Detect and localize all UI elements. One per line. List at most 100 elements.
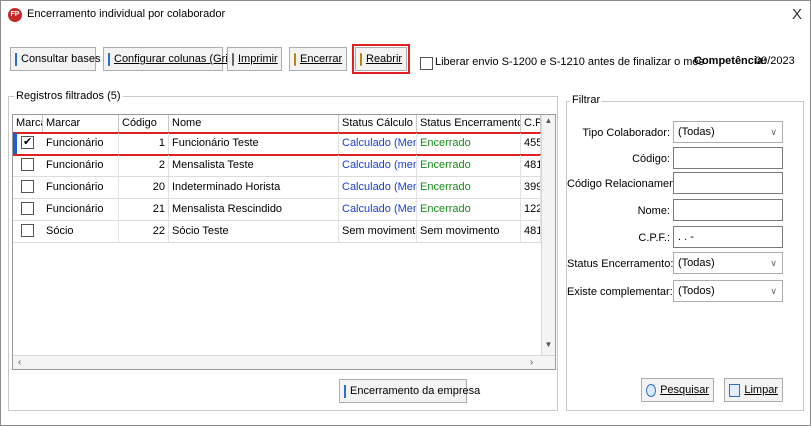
liberar-envio-checkbox[interactable]	[420, 57, 433, 70]
imprimir-button[interactable]: Imprimir	[227, 47, 282, 71]
col-header-cpf[interactable]: C.P.	[521, 115, 541, 132]
grid-icon	[108, 52, 110, 66]
cell-codigo: 1	[119, 133, 169, 154]
existe-complementar-value: (Todos)	[678, 285, 715, 297]
cell-status-calculo: Sem movimento	[339, 221, 417, 242]
col-header-nome[interactable]: Nome	[169, 115, 339, 132]
table-row[interactable]: Sócio 22 Sócio Teste Sem movimento Sem m…	[13, 221, 543, 243]
cell-codigo: 2	[119, 155, 169, 176]
document-icon	[15, 52, 17, 66]
encerramento-empresa-button[interactable]: Encerramento da empresa	[339, 379, 480, 403]
unlock-icon	[360, 52, 362, 66]
cell-marcar: Funcionário	[43, 199, 119, 220]
cell-codigo: 21	[119, 199, 169, 220]
cell-nome: Funcionário Teste	[169, 133, 339, 154]
encerrar-button[interactable]: Encerrar	[289, 47, 347, 71]
cell-cpf: 399.	[521, 177, 541, 198]
encerramento-empresa-label: Encerramento da empresa	[350, 385, 481, 397]
col-header-status-calculo[interactable]: Status Cálculo	[339, 115, 417, 132]
app-logo-icon: FP	[8, 8, 22, 22]
col-header-status-encerramento[interactable]: Status Encerramento	[417, 115, 521, 132]
status-encerramento-label: Status Encerramento:	[567, 258, 674, 270]
consultar-bases-button[interactable]: Consultar bases	[10, 47, 101, 71]
row-checkbox[interactable]	[21, 158, 34, 171]
existe-complementar-label: Existe complementar:	[567, 286, 673, 298]
cpf-label: C.P.F.:	[638, 232, 670, 244]
table-row[interactable]: Funcionário 2 Mensalista Teste Calculado…	[13, 155, 543, 177]
tipo-colaborador-value: (Todas)	[678, 126, 715, 138]
cell-marcar: Sócio	[43, 221, 119, 242]
configurar-colunas-button[interactable]: Configurar colunas (Grid)	[103, 47, 238, 71]
limpar-button[interactable]: Limpar	[724, 378, 783, 402]
cpf-input[interactable]: . . -	[673, 226, 783, 248]
reabrir-button[interactable]: Reabrir	[352, 44, 410, 74]
consultar-bases-label: Consultar bases	[21, 53, 101, 65]
registros-grid: Marcar Marcar Código Nome Status Cálculo…	[12, 114, 556, 370]
cell-cpf: 455.	[521, 133, 541, 154]
pesquisar-label: Pesquisar	[660, 384, 709, 396]
codigo-label: Código:	[632, 153, 670, 165]
lock-icon	[294, 52, 296, 66]
window-title: Encerramento individual por colaborador	[27, 8, 226, 20]
document-icon	[344, 384, 346, 398]
codigo-input[interactable]	[673, 147, 783, 169]
vertical-scrollbar[interactable]: ▲ ▼	[541, 115, 555, 355]
nome-input[interactable]	[673, 199, 783, 221]
cell-marcar: Funcionário	[43, 155, 119, 176]
existe-complementar-select[interactable]: (Todos) ∨	[673, 280, 783, 302]
col-header-codigo[interactable]: Código	[119, 115, 169, 132]
competencia-value: 09/2023	[755, 55, 795, 67]
cell-status-calculo: Calculado (Mensal	[339, 199, 417, 220]
row-checkbox[interactable]	[21, 202, 34, 215]
pesquisar-button[interactable]: Pesquisar	[641, 378, 714, 402]
chevron-down-icon: ∨	[770, 258, 777, 268]
col-header-marcar[interactable]: Marcar	[43, 115, 119, 132]
col-header-marcar-check[interactable]: Marcar	[13, 115, 43, 132]
codigo-relacionamento-label: Código Relacionamento:	[567, 178, 688, 190]
cell-status-calculo: Calculado (mensal)	[339, 155, 417, 176]
status-encerramento-select[interactable]: (Todas) ∨	[673, 252, 783, 274]
scroll-left-icon[interactable]: ‹	[13, 356, 26, 369]
cell-status-encerramento: Sem movimento	[417, 221, 521, 242]
filtrar-title: Filtrar	[570, 94, 603, 106]
encerrar-label: Encerrar	[300, 53, 343, 65]
chevron-down-icon: ∨	[770, 286, 777, 296]
liberar-envio-label: Liberar envio S-1200 e S-1210 antes de f…	[435, 56, 705, 68]
table-row[interactable]: Funcionário 21 Mensalista Rescindido Cal…	[13, 199, 543, 221]
close-button[interactable]: X	[792, 6, 802, 23]
cell-status-encerramento: Encerrado	[417, 133, 521, 154]
scroll-right-icon[interactable]: ›	[525, 356, 538, 369]
cell-cpf: 481.	[521, 221, 541, 242]
cell-status-encerramento: Encerrado	[417, 155, 521, 176]
cell-nome: Sócio Teste	[169, 221, 339, 242]
cell-status-calculo: Calculado (Mensal	[339, 133, 417, 154]
tipo-colaborador-label: Tipo Colaborador:	[582, 127, 670, 139]
cell-nome: Indeterminado Horista	[169, 177, 339, 198]
horizontal-scrollbar[interactable]: ‹ ›	[13, 355, 555, 369]
table-row[interactable]: Funcionário 20 Indeterminado Horista Cal…	[13, 177, 543, 199]
search-icon	[646, 383, 657, 397]
row-selection-marker	[13, 133, 17, 154]
imprimir-label: Imprimir	[238, 53, 278, 65]
limpar-label: Limpar	[744, 384, 778, 396]
cell-cpf: 122.	[521, 199, 541, 220]
cell-marcar: Funcionário	[43, 133, 119, 154]
configurar-colunas-label: Configurar colunas (Grid)	[114, 53, 238, 65]
title-bar: FP Encerramento individual por colaborad…	[1, 1, 810, 29]
grid-header: Marcar Marcar Código Nome Status Cálculo…	[13, 115, 555, 133]
row-checkbox[interactable]	[21, 180, 34, 193]
scroll-up-icon[interactable]: ▲	[542, 115, 555, 127]
tipo-colaborador-select[interactable]: (Todas) ∨	[673, 121, 783, 143]
cell-status-encerramento: Encerrado	[417, 177, 521, 198]
status-encerramento-value: (Todas)	[678, 257, 715, 269]
clear-icon	[729, 383, 741, 397]
cell-status-calculo: Calculado (Mensal	[339, 177, 417, 198]
cell-status-encerramento: Encerrado	[417, 199, 521, 220]
codigo-relacionamento-input[interactable]	[673, 172, 783, 194]
table-row[interactable]: Funcionário 1 Funcionário Teste Calculad…	[13, 132, 544, 156]
row-checkbox[interactable]	[21, 135, 34, 149]
scroll-down-icon[interactable]: ▼	[542, 339, 555, 351]
cell-codigo: 22	[119, 221, 169, 242]
row-checkbox[interactable]	[21, 224, 34, 237]
cell-marcar: Funcionário	[43, 177, 119, 198]
